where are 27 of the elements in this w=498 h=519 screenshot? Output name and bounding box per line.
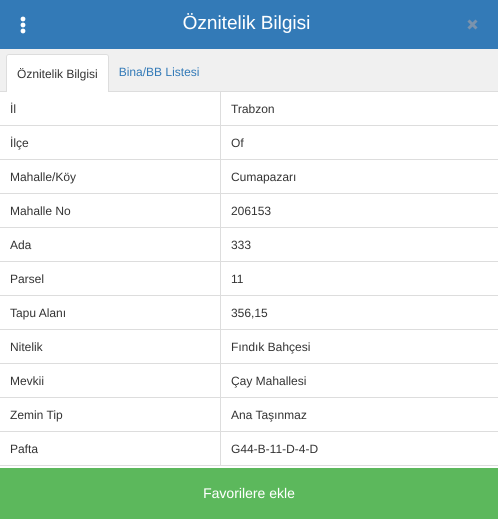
table-cell-text: Of <box>230 134 245 152</box>
table-cell: Mahalle No <box>0 194 221 227</box>
tab[interactable]: Öznitelik Bilgisi <box>6 54 109 92</box>
table-cell: Ada <box>0 228 221 261</box>
tab[interactable]: Bina/BB Listesi <box>108 53 210 91</box>
table-cell: İlçe <box>0 126 221 159</box>
table-cell: İl <box>0 92 221 125</box>
table-cell: Tapu Alanı <box>0 296 221 329</box>
table-cell: Nitelik <box>0 330 221 363</box>
add-favorites-button[interactable]: Favorilere ekle <box>0 468 498 519</box>
table-cell-text: Ana Taşınmaz <box>230 406 308 424</box>
table-cell-text: G44-B-11-D-4-D <box>230 440 320 458</box>
window-title: Öznitelik Bilgisi <box>182 12 310 36</box>
table-cell-text: Trabzon <box>230 100 276 118</box>
table-cell: Parsel <box>0 262 221 295</box>
table-cell: Mevkii <box>0 364 221 397</box>
table-cell: Mahalle/Köy <box>0 160 221 193</box>
table-cell-text: 11 <box>230 270 244 288</box>
table-cell-text: 356,15 <box>230 304 269 322</box>
table-cell-text: 206153 <box>230 202 272 220</box>
more-icon[interactable] <box>20 16 26 34</box>
table-cell-text: Çay Mahallesi <box>230 372 308 390</box>
table-cell-text: Fındık Bahçesi <box>230 338 312 356</box>
table-cell-text: Cumapazarı <box>230 168 298 186</box>
table-cell-text: 333 <box>230 236 252 254</box>
table-cell: Pafta <box>0 432 221 465</box>
table-cell: Zemin Tip <box>0 398 221 431</box>
